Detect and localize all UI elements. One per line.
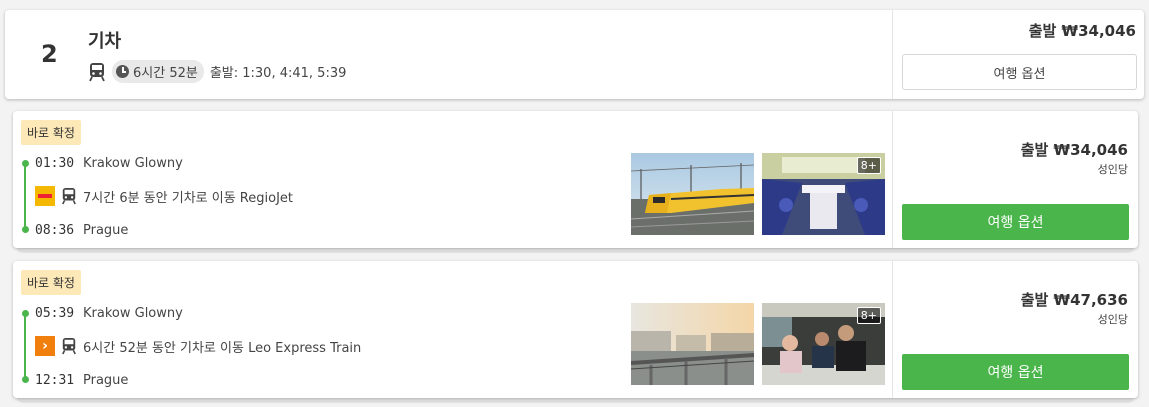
train-icon	[62, 188, 76, 205]
arrival-time: 12:31	[35, 373, 75, 388]
travel-options-button[interactable]: 여행 옵션	[902, 54, 1137, 90]
city-bridge-photo[interactable]	[631, 303, 754, 385]
timeline-line	[24, 313, 26, 379]
regiojet-logo	[35, 186, 55, 206]
travel-options-button[interactable]: 여행 옵션	[902, 204, 1129, 240]
route-summary-card: 2 기차 6시간 52분 출발: 1:30, 4:41, 5:39 출발 ₩34…	[5, 10, 1144, 99]
departure-time: 05:39	[35, 306, 75, 321]
segment-description: 7시간 6분 동안 기차로 이동 RegioJet	[83, 190, 293, 206]
departure-station: Krakow Glowny	[83, 306, 183, 321]
divider	[892, 261, 893, 398]
train-interior-photo[interactable]: 8+	[762, 153, 885, 235]
price-block: 출발 ₩34,046 성인당	[1021, 139, 1128, 177]
instant-confirm-badge: 바로 확정	[21, 270, 81, 295]
photo-count-badge: 8+	[856, 157, 881, 174]
instant-confirm-badge: 바로 확정	[21, 120, 81, 145]
arrival-time: 08:36	[35, 223, 75, 238]
timeline-dot-end	[21, 376, 29, 383]
divider	[892, 10, 893, 99]
trip-option-card[interactable]: 바로 확정 05:39 Krakow Glowny › 6시간 52분 동안 기…	[13, 261, 1138, 398]
duration-text: 6시간 52분	[133, 66, 198, 81]
photo-count-badge: 8+	[856, 307, 881, 324]
option-count: 2	[41, 40, 58, 68]
departure-times: 출발: 1:30, 4:41, 5:39	[209, 66, 347, 81]
price-unit: 성인당	[1097, 313, 1128, 326]
segment-description: 6시간 52분 동안 기차로 이동 Leo Express Train	[83, 340, 362, 356]
train-exterior-photo[interactable]	[631, 153, 754, 235]
clock-icon	[116, 65, 129, 78]
leo-express-logo: ›	[35, 336, 55, 356]
timeline-dot-start	[21, 310, 29, 317]
arrival-station: Prague	[83, 373, 129, 388]
timeline-dot-end	[21, 226, 29, 233]
train-icon	[89, 62, 105, 81]
departure-time: 01:30	[35, 156, 75, 171]
departure-station: Krakow Glowny	[83, 156, 183, 171]
segment-row: 7시간 6분 동안 기차로 이동 RegioJet	[35, 186, 293, 206]
duration-pill: 6시간 52분	[112, 60, 204, 83]
travel-options-button[interactable]: 여행 옵션	[902, 354, 1129, 390]
summary-meta-row: 6시간 52분 출발: 1:30, 4:41, 5:39	[88, 60, 346, 83]
summary-price: 출발 ₩34,046	[1028, 22, 1136, 40]
option-price: 출발 ₩47,636	[1020, 291, 1128, 309]
option-price: 출발 ₩34,046	[1020, 141, 1128, 159]
train-icon	[62, 338, 76, 355]
price-block: 출발 ₩47,636 성인당	[1021, 289, 1128, 327]
segment-row: › 6시간 52분 동안 기차로 이동 Leo Express Train	[35, 336, 361, 356]
passengers-interior-photo[interactable]: 8+	[762, 303, 885, 385]
timeline-dot-start	[21, 160, 29, 167]
trip-option-card[interactable]: 바로 확정 01:30 Krakow Glowny 7시간 6분 동안 기차로 …	[13, 111, 1138, 248]
timeline-line	[24, 163, 26, 229]
price-unit: 성인당	[1097, 163, 1128, 176]
transport-mode-title: 기차	[88, 31, 122, 52]
divider	[892, 111, 893, 248]
arrival-station: Prague	[83, 223, 129, 238]
